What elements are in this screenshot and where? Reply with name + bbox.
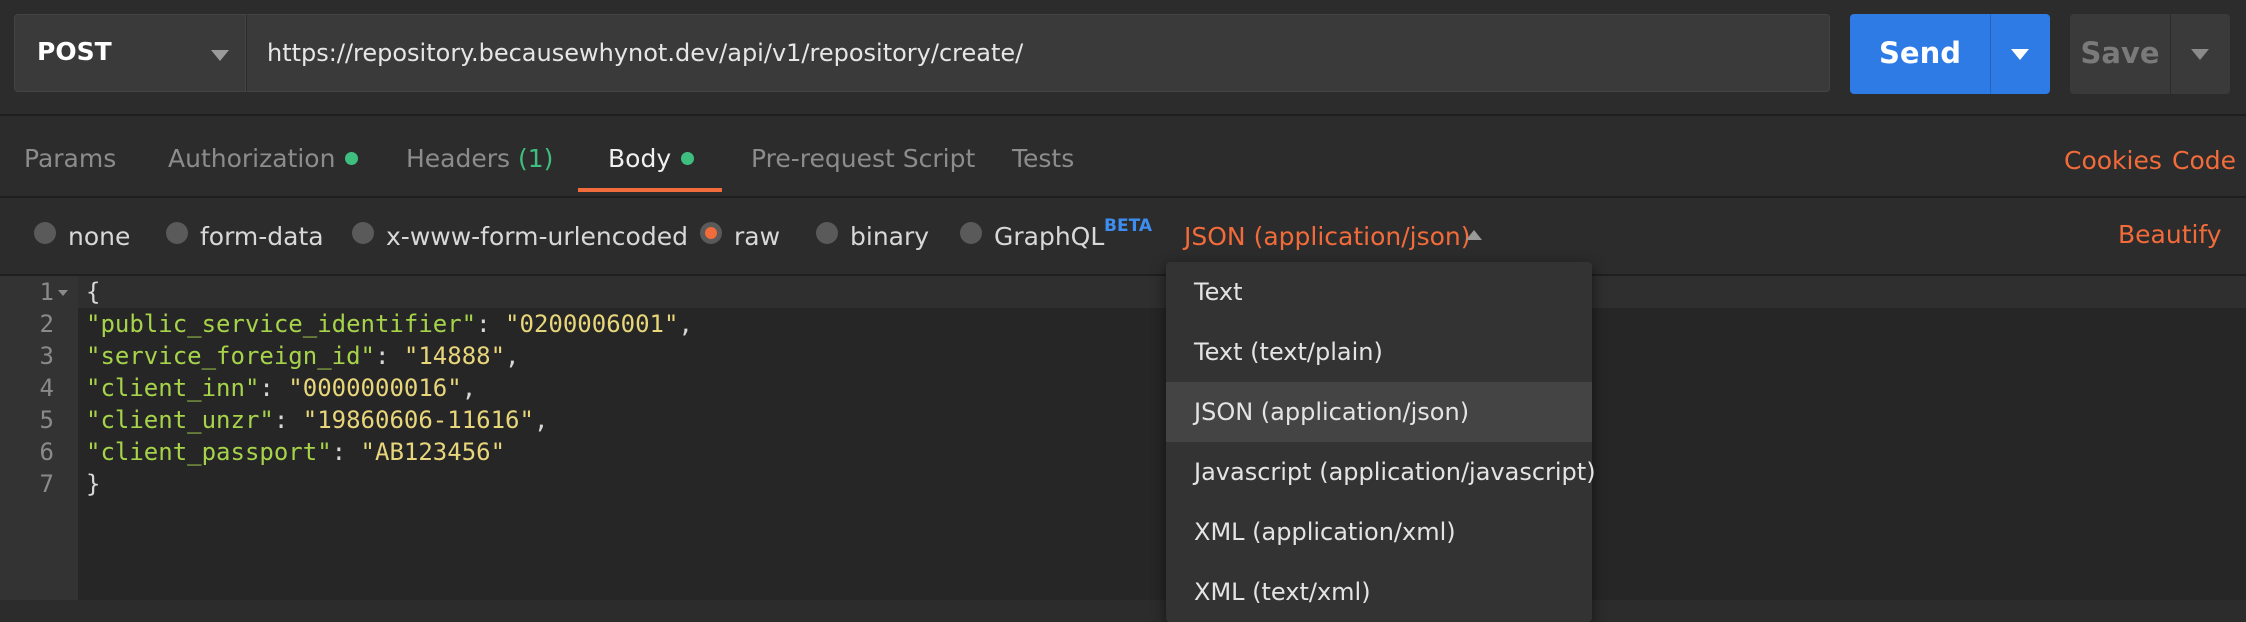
- menu-item-label: XML (text/xml): [1194, 578, 1371, 606]
- tab-headers-label: Headers: [406, 144, 511, 173]
- active-tab-indicator: [578, 188, 722, 192]
- tab-body-label: Body: [608, 144, 672, 173]
- menu-item-label: XML (application/xml): [1194, 518, 1456, 546]
- radio-none[interactable]: [34, 222, 56, 244]
- menu-item-xml-text[interactable]: XML (text/xml): [1166, 562, 1592, 622]
- line-number: 4: [39, 374, 54, 402]
- save-label: Save: [2080, 36, 2160, 70]
- method-label: POST: [37, 37, 112, 66]
- json-value: "0200006001": [505, 310, 679, 338]
- fold-arrow-icon[interactable]: [58, 290, 68, 296]
- option-form-data-label[interactable]: form-data: [200, 222, 324, 251]
- chevron-down-icon: [211, 50, 229, 61]
- menu-item-label: Javascript (application/javascript): [1194, 458, 1596, 486]
- json-trail: ,: [678, 310, 693, 338]
- tab-authorization[interactable]: Authorization: [168, 144, 359, 173]
- json-key: "client_unzr": [86, 406, 274, 434]
- request-tabs: Params Authorization Headers (1) Body Pr…: [0, 116, 2246, 198]
- close-brace: }: [86, 470, 101, 498]
- json-trail: ,: [505, 342, 520, 370]
- tab-prerequest-script[interactable]: Pre-request Script: [751, 144, 975, 173]
- menu-item-text-plain[interactable]: Text (text/plain): [1166, 322, 1592, 382]
- code-line: "client_unzr": "19860606-11616",: [86, 406, 548, 434]
- active-line-highlight: [78, 276, 2246, 308]
- url-text: https://repository.becausewhynot.dev/api…: [267, 39, 1024, 67]
- send-button[interactable]: Send: [1850, 14, 1990, 94]
- line-gutter: 1 2 3 4 5 6 7: [0, 276, 78, 600]
- code-line: }: [86, 470, 100, 498]
- chevron-down-icon: [2011, 49, 2029, 60]
- code-line: "client_passport": "AB123456": [86, 438, 505, 466]
- option-none-label[interactable]: none: [68, 222, 130, 251]
- json-trail: ,: [461, 374, 477, 402]
- json-separator: :: [476, 310, 506, 338]
- json-value: "19860606-11616": [302, 406, 534, 434]
- method-select[interactable]: POST: [14, 14, 246, 92]
- code-line: {: [86, 278, 100, 306]
- status-dot-icon: [681, 152, 695, 165]
- code-line: "service_foreign_id": "14888",: [86, 342, 520, 370]
- radio-raw[interactable]: [700, 222, 722, 244]
- menu-item-xml-application[interactable]: XML (application/xml): [1166, 502, 1592, 562]
- line-number: 5: [39, 406, 54, 434]
- radio-graphql[interactable]: [960, 222, 982, 244]
- radio-form-data[interactable]: [166, 222, 188, 244]
- line-number: 3: [39, 342, 54, 370]
- beta-badge: BETA: [1104, 216, 1153, 236]
- chevron-up-icon[interactable]: [1466, 230, 1482, 240]
- cookies-link[interactable]: Cookies: [2064, 146, 2162, 175]
- option-binary-label[interactable]: binary: [850, 222, 929, 251]
- code-line: "public_service_identifier": "0200006001…: [86, 310, 693, 338]
- radio-binary[interactable]: [816, 222, 838, 244]
- open-brace: {: [86, 278, 101, 306]
- tab-body[interactable]: Body: [608, 144, 695, 173]
- line-number: 2: [39, 310, 54, 338]
- json-value: "0000000016": [288, 374, 462, 402]
- json-key: "service_foreign_id": [86, 342, 375, 370]
- tab-authorization-label: Authorization: [168, 144, 336, 173]
- send-label: Send: [1879, 36, 1961, 70]
- line-number: 6: [39, 438, 54, 466]
- send-options-button[interactable]: [1990, 14, 2050, 94]
- json-value: "14888": [403, 342, 506, 370]
- code-editor[interactable]: 1 2 3 4 5 6 7 { "public_service_identifi…: [0, 276, 2246, 600]
- menu-item-text[interactable]: Text: [1166, 262, 1592, 322]
- headers-count: (1): [518, 144, 554, 173]
- tab-tests[interactable]: Tests: [1012, 144, 1074, 173]
- code-line: "client_inn": "0000000016",: [86, 374, 476, 402]
- line-number: 1: [39, 278, 54, 306]
- menu-item-label: Text: [1194, 278, 1243, 306]
- option-urlencoded-label[interactable]: x-www-form-urlencoded: [386, 222, 688, 251]
- json-trail: ,: [533, 406, 549, 434]
- save-options-button[interactable]: [2170, 14, 2230, 94]
- json-separator: :: [331, 438, 361, 466]
- menu-item-label: Text (text/plain): [1194, 338, 1383, 366]
- json-key: "client_passport": [86, 438, 332, 466]
- json-separator: :: [374, 342, 404, 370]
- format-dropdown-menu: Text Text (text/plain) JSON (application…: [1166, 262, 1596, 622]
- tab-params[interactable]: Params: [24, 144, 116, 173]
- menu-item-label: JSON (application/json): [1194, 398, 1470, 426]
- chevron-down-icon: [2191, 49, 2209, 60]
- json-key: "client_inn": [86, 374, 260, 402]
- option-raw-label[interactable]: raw: [734, 222, 780, 251]
- body-type-options: none form-data x-www-form-urlencoded raw…: [0, 198, 2246, 276]
- save-button[interactable]: Save: [2070, 14, 2170, 94]
- radio-x-www-form-urlencoded[interactable]: [352, 222, 374, 244]
- status-dot-icon: [345, 152, 359, 165]
- tab-headers[interactable]: Headers (1): [406, 144, 553, 173]
- format-select[interactable]: JSON (application/json): [1184, 222, 1471, 251]
- beautify-link[interactable]: Beautify: [2118, 220, 2222, 249]
- menu-item-javascript[interactable]: Javascript (application/javascript): [1166, 442, 1596, 502]
- request-bar: POST https://repository.becausewhynot.de…: [0, 0, 2246, 116]
- line-number: 7: [39, 470, 54, 498]
- code-link[interactable]: Code: [2172, 146, 2236, 175]
- json-separator: :: [273, 406, 303, 434]
- url-input[interactable]: https://repository.becausewhynot.dev/api…: [246, 14, 1830, 92]
- option-graphql-label[interactable]: GraphQL: [994, 222, 1104, 251]
- menu-item-json[interactable]: JSON (application/json): [1166, 382, 1592, 442]
- json-key: "public_service_identifier": [86, 310, 477, 338]
- json-separator: :: [259, 374, 289, 402]
- json-value: "AB123456": [360, 438, 506, 466]
